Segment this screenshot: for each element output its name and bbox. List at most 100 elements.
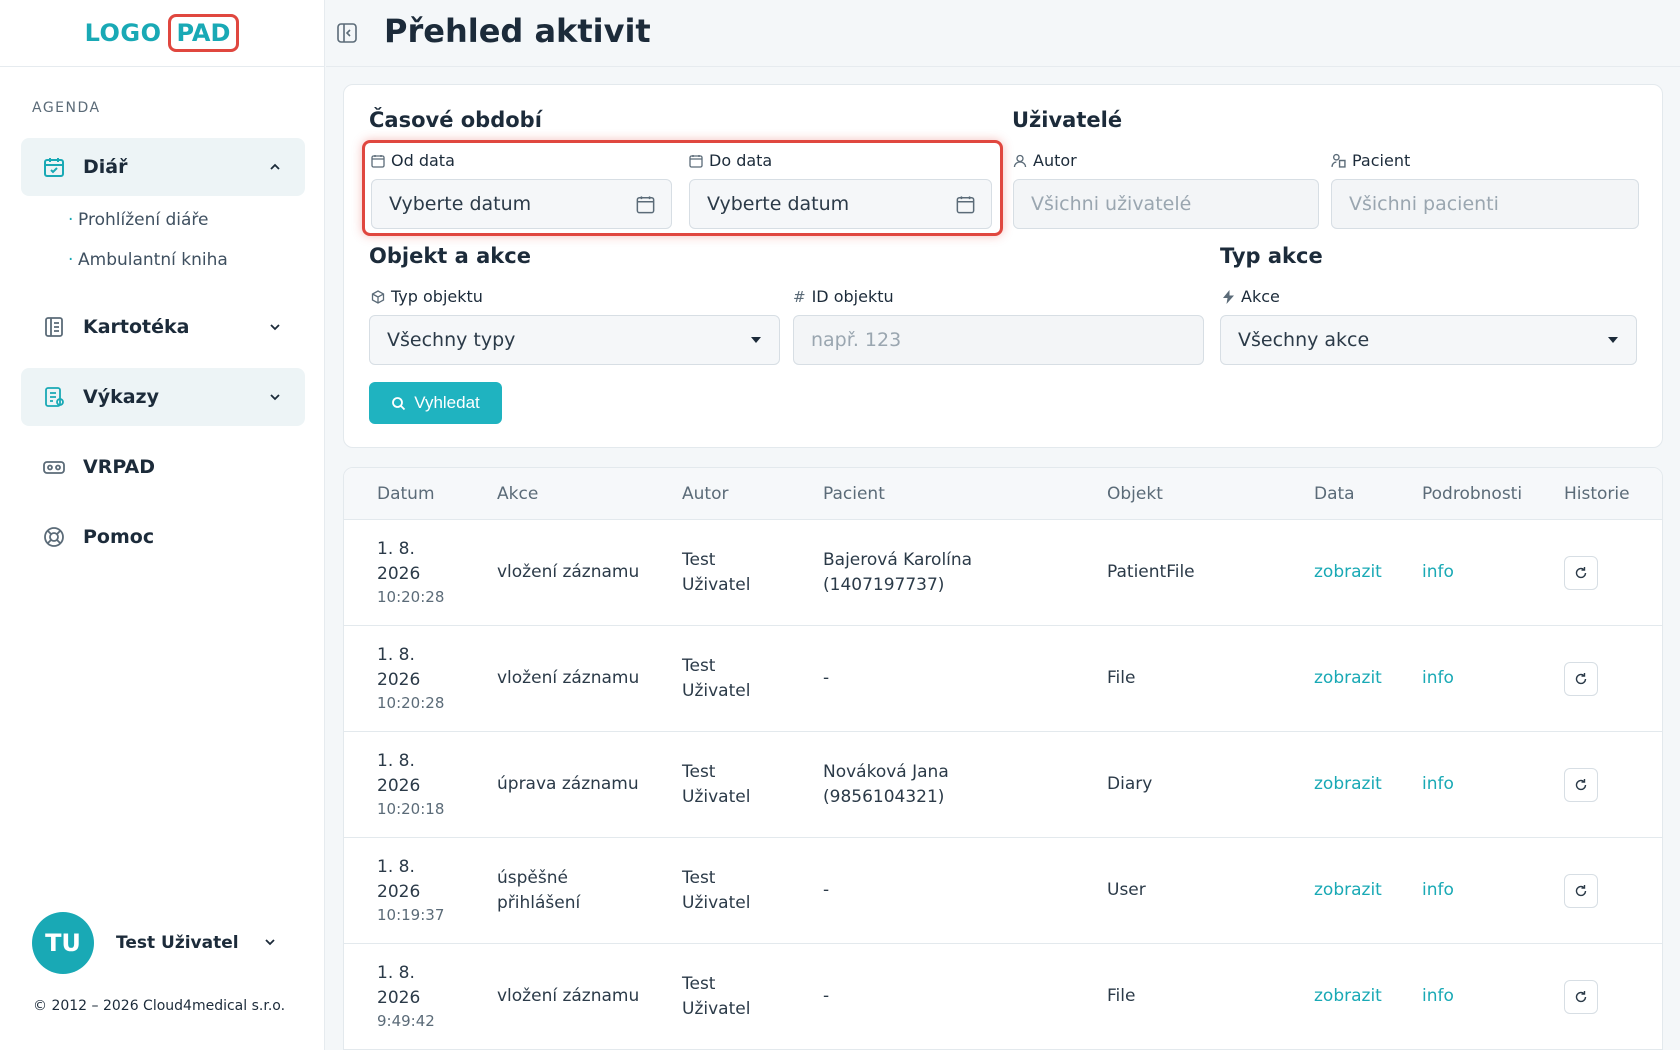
chevron-down-icon: [267, 318, 283, 334]
sidebar-item-label: Výkazy: [83, 386, 159, 408]
user-icon: [1013, 154, 1027, 167]
row-info-link[interactable]: info: [1422, 560, 1454, 585]
row-author: Test Uživatel: [682, 654, 750, 704]
search-button[interactable]: Vyhledat: [369, 382, 502, 424]
table-header: Datum Akce Autor Pacient Objekt Data Pod…: [344, 468, 1662, 520]
column-header-datum[interactable]: Datum: [377, 484, 435, 504]
row-time: 10:20:28: [377, 588, 445, 606]
row-date: 1. 8. 2026 10:20:28: [377, 537, 444, 607]
object-id-label: # ID objektu: [793, 287, 894, 306]
refresh-icon: [1575, 991, 1587, 1003]
copyright: © 2012 – 2026 Cloud4medical s.r.o.: [33, 998, 286, 1014]
to-date-input[interactable]: Vyberte datum: [689, 179, 992, 229]
row-date: 1. 8. 2026 9:49:42: [377, 961, 435, 1031]
row-action: vložení záznamu: [497, 562, 640, 582]
column-header-autor[interactable]: Autor: [682, 484, 728, 504]
lifebuoy-icon: [41, 524, 67, 550]
action-title: Typ akce: [1220, 244, 1323, 268]
row-author-line2: Uživatel: [682, 681, 751, 701]
sidebar-item-kartoteka[interactable]: Kartotéka: [21, 298, 305, 356]
row-info-link[interactable]: info: [1422, 878, 1454, 903]
patient-icon: [1331, 153, 1346, 168]
sidebar-item-vrpad[interactable]: VRPAD: [21, 438, 305, 496]
from-date-label-text: Od data: [391, 151, 455, 170]
row-date-year: 2026: [377, 670, 421, 690]
sidebar-item-label: Kartotéka: [83, 316, 190, 338]
row-info-link[interactable]: info: [1422, 666, 1454, 691]
logo-pad-text: PAD: [167, 14, 240, 52]
row-patient-name: -: [823, 668, 830, 688]
object-type-select[interactable]: Všechny typy: [369, 315, 780, 365]
table-row: 1. 8. 2026 10:20:28 vložení záznamu Test…: [344, 626, 1662, 732]
sidebar-subitem-ambulantni-kniha[interactable]: Ambulantní kniha: [68, 250, 228, 270]
sidebar-item-diar[interactable]: Diář: [21, 138, 305, 196]
calendar-icon: [956, 195, 975, 219]
refresh-icon: [1575, 567, 1587, 579]
row-author: Test Uživatel: [682, 866, 750, 916]
sidebar: LOGO PAD AGENDA Diář Prohlížení diáře Am…: [0, 0, 325, 1050]
logo-text: LOGO: [84, 19, 162, 47]
row-author-line1: Test: [682, 868, 716, 888]
history-button[interactable]: [1564, 662, 1598, 696]
avatar: TU: [32, 912, 94, 974]
row-object: PatientFile: [1107, 562, 1195, 582]
row-action: vložení záznamu: [497, 668, 640, 688]
refresh-icon: [1575, 673, 1587, 685]
row-action: vložení záznamu: [497, 986, 640, 1006]
calendar-icon: [371, 154, 385, 168]
history-button[interactable]: [1564, 768, 1598, 802]
row-data-link[interactable]: zobrazit: [1314, 772, 1382, 797]
action-select[interactable]: Všechny akce: [1220, 315, 1637, 365]
object-type-value: Všechny typy: [387, 329, 516, 351]
action-label-text: Akce: [1241, 287, 1280, 306]
row-data-link[interactable]: zobrazit: [1314, 984, 1382, 1009]
history-button[interactable]: [1564, 980, 1598, 1014]
row-author-line2: Uživatel: [682, 575, 751, 595]
sidebar-toggle-icon[interactable]: [336, 22, 358, 48]
author-placeholder: Všichni uživatelé: [1031, 193, 1192, 215]
user-menu[interactable]: TU Test Uživatel: [32, 912, 275, 974]
logo[interactable]: LOGO PAD: [0, 0, 324, 67]
row-author-line1: Test: [682, 974, 716, 994]
filter-card: Časové období Uživatelé Od data Vyberte …: [343, 84, 1663, 448]
sidebar-item-label: VRPAD: [83, 456, 155, 478]
from-date-input[interactable]: Vyberte datum: [371, 179, 672, 229]
refresh-icon: [1575, 779, 1587, 791]
row-patient-name: Nováková Jana: [823, 762, 949, 782]
column-header-pacient[interactable]: Pacient: [823, 484, 885, 504]
column-header-akce[interactable]: Akce: [497, 484, 538, 504]
row-patient-id: (1407197737): [823, 575, 945, 595]
section-label-agenda: AGENDA: [32, 100, 101, 116]
calendar-icon: [689, 154, 703, 168]
table-row: 1. 8. 2026 10:20:28 vložení záznamu Test…: [344, 520, 1662, 626]
sidebar-item-vykazy[interactable]: Výkazy: [21, 368, 305, 426]
patient-input[interactable]: Všichni pacienti: [1331, 179, 1639, 229]
refresh-icon: [1575, 885, 1587, 897]
row-author: Test Uživatel: [682, 760, 750, 810]
author-input[interactable]: Všichni uživatelé: [1013, 179, 1319, 229]
row-info-link[interactable]: info: [1422, 984, 1454, 1009]
patient-label: Pacient: [1331, 151, 1410, 170]
row-time: 9:49:42: [377, 1012, 435, 1030]
column-header-objekt[interactable]: Objekt: [1107, 484, 1163, 504]
row-author-line1: Test: [682, 762, 716, 782]
sidebar-subitem-prohlizeni[interactable]: Prohlížení diáře: [68, 210, 209, 230]
history-button[interactable]: [1564, 556, 1598, 590]
row-data-link[interactable]: zobrazit: [1314, 878, 1382, 903]
object-title: Objekt a akce: [369, 244, 531, 268]
object-id-input[interactable]: např. 123: [793, 315, 1204, 365]
row-date-year: 2026: [377, 882, 421, 902]
row-info-link[interactable]: info: [1422, 772, 1454, 797]
history-button[interactable]: [1564, 874, 1598, 908]
row-patient: Bajerová Karolína (1407197737): [823, 548, 972, 598]
row-date-year: 2026: [377, 988, 421, 1008]
object-id-placeholder: např. 123: [811, 329, 902, 351]
row-data-link[interactable]: zobrazit: [1314, 560, 1382, 585]
caret-down-icon: [1608, 337, 1618, 343]
action-label: Akce: [1222, 287, 1280, 306]
row-object: File: [1107, 668, 1136, 688]
row-date-year: 2026: [377, 564, 421, 584]
row-data-link[interactable]: zobrazit: [1314, 666, 1382, 691]
object-type-label-text: Typ objektu: [391, 287, 483, 306]
sidebar-item-pomoc[interactable]: Pomoc: [21, 508, 305, 566]
